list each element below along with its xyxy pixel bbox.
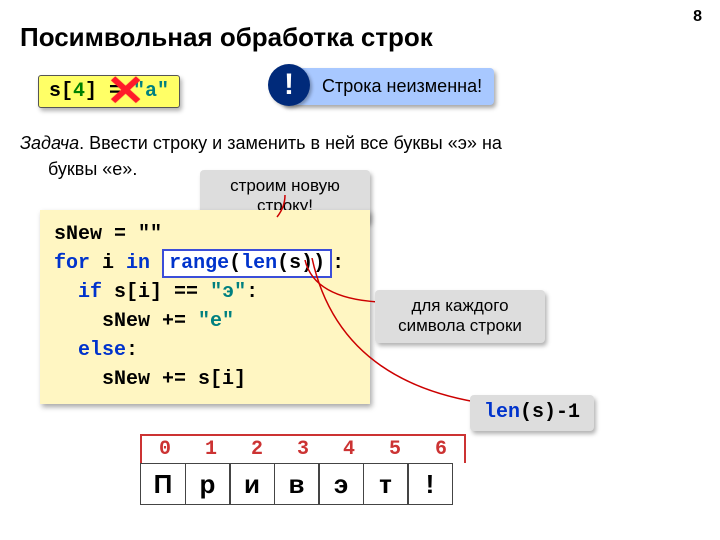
page-number: 8 [693,8,702,26]
index-cell: 5 [372,436,418,463]
index-cell: 0 [142,436,188,463]
index-row: 0 1 2 3 4 5 6 [140,434,466,463]
warning-text: Строка неизменна! [282,68,494,105]
note-each-char: для каждого символа строки [375,290,545,343]
index-cell: 6 [418,436,464,463]
char-cell: П [140,463,186,505]
code-block: sNew = "" for i in range(len(s)): if s[i… [40,210,370,404]
index-cell: 2 [234,436,280,463]
char-cell: р [185,463,231,505]
index-cell: 4 [326,436,372,463]
char-cell: ! [407,463,453,505]
note-len-expr: len(s)-1 [470,395,594,431]
char-cell: т [363,463,409,505]
warning-callout: Строка неизменна! ! [282,68,494,105]
cross-icon: ✕ [106,70,145,112]
char-cell: в [274,463,320,505]
index-cell: 3 [280,436,326,463]
range-highlight: range(len(s)) [162,249,332,278]
index-cell: 1 [188,436,234,463]
page-title: Посимвольная обработка строк [0,0,720,53]
warning-icon: ! [268,64,310,106]
char-cell: э [318,463,364,505]
char-row: П р и в э т ! [140,463,453,505]
char-cell: и [229,463,275,505]
